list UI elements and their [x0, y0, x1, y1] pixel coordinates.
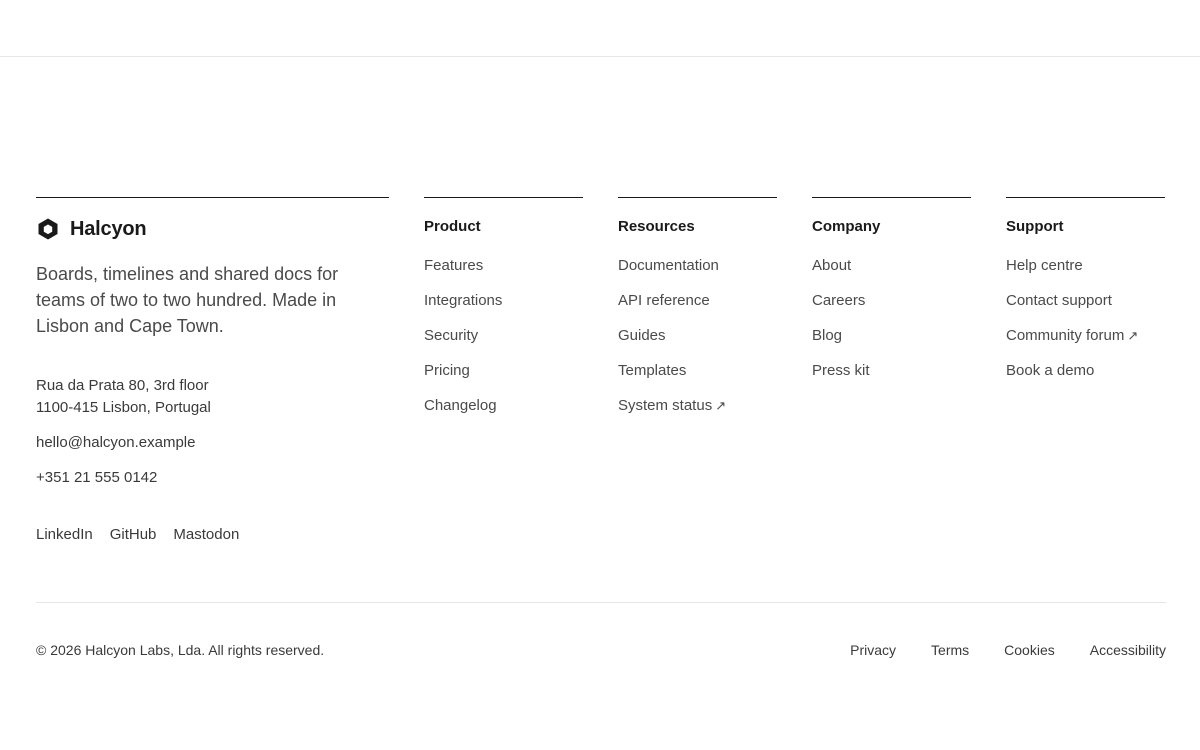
social-link-linkedin[interactable]: LinkedIn	[36, 524, 93, 546]
contact-email[interactable]: hello@halcyon.example	[36, 432, 389, 454]
footer-link-changelog[interactable]: Changelog	[424, 397, 497, 414]
brand-name: Halcyon	[70, 217, 147, 240]
footer-link-pricing[interactable]: Pricing	[424, 362, 470, 379]
footer-link-documentation[interactable]: Documentation	[618, 257, 719, 274]
footer-link-help-centre[interactable]: Help centre	[1006, 257, 1083, 274]
footer-column-company: Company About Careers Blog Press kit	[812, 197, 971, 396]
column-heading: Product	[424, 218, 481, 235]
legal-link-cookies[interactable]: Cookies	[1004, 640, 1055, 660]
legal-link-accessibility[interactable]: Accessibility	[1090, 640, 1166, 660]
footer-column-product: Product Features Integrations Security P…	[424, 197, 583, 431]
address-line-1: Rua da Prata 80, 3rd floor	[36, 377, 209, 394]
legal-link-terms[interactable]: Terms	[931, 640, 969, 660]
legal-links: Privacy Terms Cookies Accessibility	[815, 640, 1166, 660]
footer-link-about[interactable]: About	[812, 257, 851, 274]
footer-column-support: Support Help centre Contact support Comm…	[1006, 197, 1165, 396]
social-links: LinkedIn GitHub Mastodon	[36, 524, 389, 546]
link-label: Community forum	[1006, 327, 1125, 344]
social-link-mastodon[interactable]: Mastodon	[173, 524, 239, 546]
footer-link-security[interactable]: Security	[424, 327, 478, 344]
contact-phone[interactable]: +351 21 555 0142	[36, 467, 389, 489]
external-link-icon: ↗	[715, 398, 727, 413]
postal-address: Rua da Prata 80, 3rd floor 1100-415 Lisb…	[36, 375, 389, 419]
address-line-2: 1100-415 Lisbon, Portugal	[36, 399, 211, 416]
hexagon-logo-icon	[36, 217, 60, 241]
external-link-icon: ↗	[1127, 328, 1139, 343]
column-heading: Resources	[618, 218, 695, 235]
social-link-github[interactable]: GitHub	[110, 524, 157, 546]
footer-column-resources: Resources Documentation API reference Gu…	[618, 197, 777, 431]
footer-link-blog[interactable]: Blog	[812, 327, 842, 344]
footer-link-guides[interactable]: Guides	[618, 327, 666, 344]
footer-link-careers[interactable]: Careers	[812, 292, 865, 309]
top-divider	[0, 56, 1200, 57]
column-heading: Support	[1006, 218, 1064, 235]
brand-tagline: Boards, timelines and shared docs for te…	[36, 264, 339, 336]
link-label: System status	[618, 397, 713, 414]
footer-brand-column: Halcyon Boards, timelines and shared doc…	[36, 197, 389, 546]
footer-link-contact-support[interactable]: Contact support	[1006, 292, 1112, 309]
footer-link-templates[interactable]: Templates	[618, 362, 686, 379]
copyright-notice: © 2026 Halcyon Labs, Lda. All rights res…	[36, 642, 325, 658]
footer-link-community-forum[interactable]: Community forum ↗	[1006, 327, 1138, 344]
bottom-divider	[36, 602, 1166, 603]
footer-link-integrations[interactable]: Integrations	[424, 292, 502, 309]
footer-link-api-reference[interactable]: API reference	[618, 292, 710, 309]
footer-link-book-a-demo[interactable]: Book a demo	[1006, 362, 1094, 379]
footer-link-press-kit[interactable]: Press kit	[812, 362, 870, 379]
brand[interactable]: Halcyon	[36, 216, 389, 242]
footer-link-system-status[interactable]: System status ↗	[618, 397, 726, 414]
legal-link-privacy[interactable]: Privacy	[850, 640, 896, 660]
footer-link-features[interactable]: Features	[424, 257, 483, 274]
column-heading: Company	[812, 218, 881, 235]
